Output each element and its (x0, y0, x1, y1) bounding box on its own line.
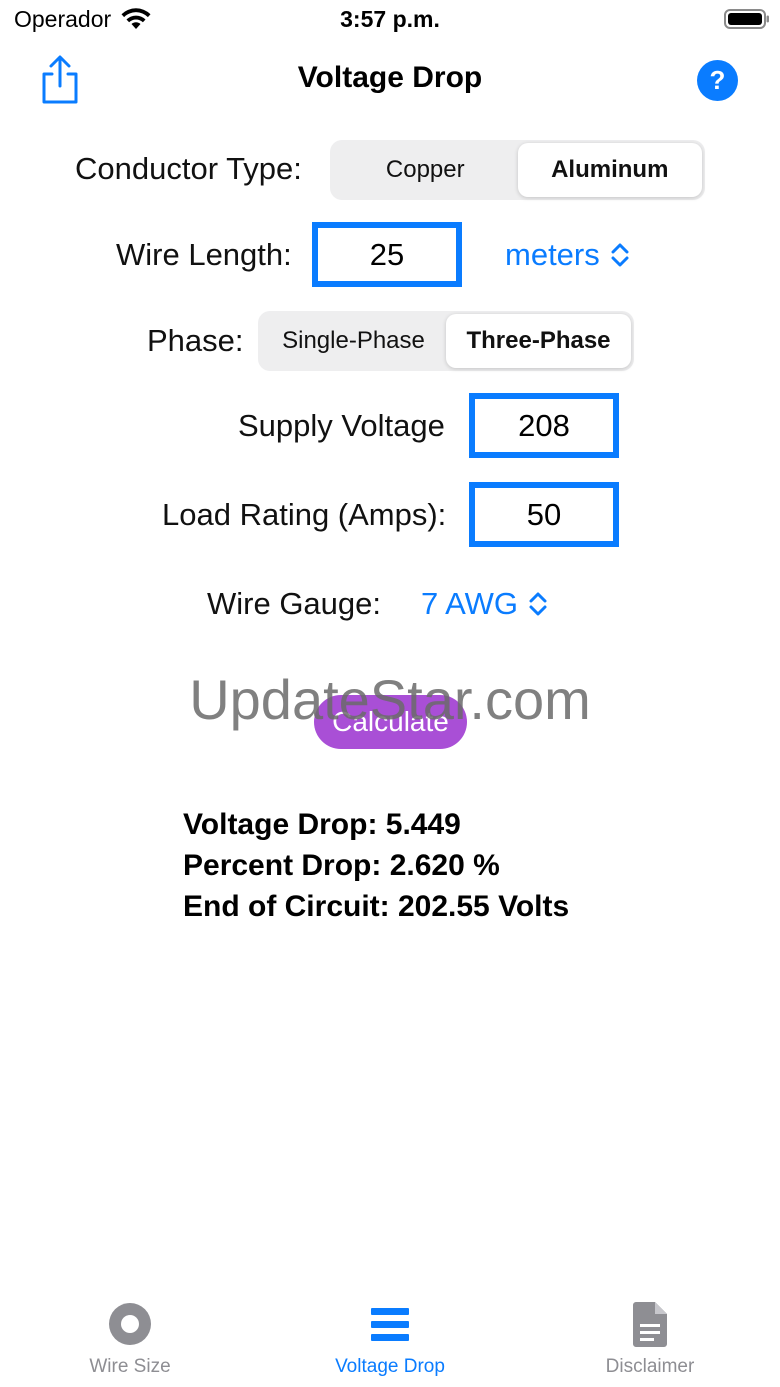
calculate-button[interactable]: Calculate (314, 695, 467, 749)
wire-gauge-label: Wire Gauge: (207, 586, 382, 621)
wire-length-label: Wire Length: (116, 237, 292, 272)
conductor-type-label: Conductor Type: (75, 151, 302, 186)
tab-disclaimer[interactable]: Disclaimer (520, 1300, 780, 1387)
wire-gauge-value: 7 AWG (421, 586, 519, 621)
result-percent-drop: Percent Drop: 2.620 % (183, 849, 500, 882)
tab-voltage-drop[interactable]: Voltage Drop (260, 1300, 520, 1387)
document-icon (633, 1302, 667, 1347)
result-voltage-drop: Voltage Drop: 5.449 (183, 808, 461, 841)
tab-label: Wire Size (89, 1356, 171, 1377)
phase-segmented-control: Single-Phase Three-Phase (258, 311, 634, 371)
segment-three-phase[interactable]: Three-Phase (446, 314, 631, 368)
list-icon (371, 1308, 409, 1341)
load-rating-input[interactable] (469, 482, 619, 547)
segment-copper[interactable]: Copper (333, 143, 518, 197)
tab-label: Disclaimer (605, 1356, 695, 1377)
page-title: Voltage Drop (297, 61, 483, 94)
tab-wire-size[interactable]: Wire Size (0, 1300, 260, 1387)
tab-label: Voltage Drop (335, 1356, 445, 1377)
status-time: 3:57 p.m. (340, 6, 440, 32)
help-icon: ? (709, 65, 726, 95)
supply-voltage-label: Supply Voltage (238, 408, 445, 443)
conductor-type-segmented-control: Copper Aluminum (330, 140, 705, 200)
segment-single-phase[interactable]: Single-Phase (261, 314, 446, 368)
wire-length-input[interactable] (312, 222, 462, 287)
segment-aluminum[interactable]: Aluminum (517, 143, 702, 197)
battery-icon (724, 9, 769, 29)
phase-label: Phase: (147, 323, 244, 358)
chevron-updown-icon (611, 243, 629, 267)
target-icon (109, 1303, 151, 1345)
wire-gauge-picker[interactable]: 7 AWG (421, 586, 548, 622)
supply-voltage-input[interactable] (469, 393, 619, 458)
help-button[interactable]: ? (697, 60, 738, 101)
chevron-updown-icon (529, 592, 547, 616)
load-rating-label: Load Rating (Amps): (162, 497, 447, 532)
result-end-of-circuit: End of Circuit: 202.55 Volts (183, 890, 570, 923)
length-units-value: meters (505, 237, 600, 272)
length-units-picker[interactable]: meters (505, 237, 630, 273)
